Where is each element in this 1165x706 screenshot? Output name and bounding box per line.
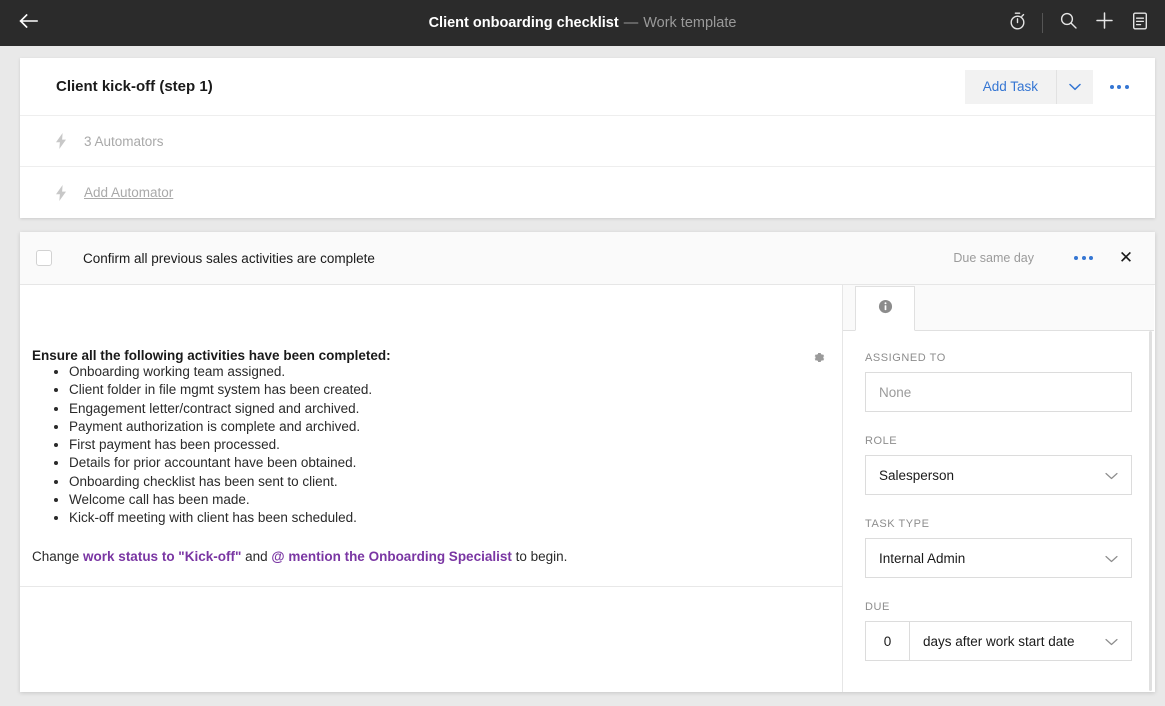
plus-icon: [1095, 12, 1113, 34]
top-bar: Client onboarding checklist — Work templ…: [0, 0, 1165, 46]
step-title: Client kick-off (step 1): [56, 78, 213, 95]
list-item: Onboarding checklist has been sent to cl…: [69, 473, 812, 491]
arrow-left-icon: [18, 13, 38, 33]
add-task-button[interactable]: Add Task: [964, 69, 1057, 104]
list-item: Engagement letter/contract signed and ar…: [69, 400, 812, 418]
due-label: Due: [865, 601, 890, 613]
step-card: Client kick-off (step 1) Add Task 3 Auto…: [20, 58, 1155, 218]
task-complete-checkbox[interactable]: [36, 250, 52, 266]
task-more-button[interactable]: [1064, 250, 1103, 266]
bolt-icon: [56, 184, 80, 201]
task-type-value: Internal Admin: [879, 550, 966, 566]
role-label: Role: [865, 435, 898, 447]
task-header: Confirm all previous sales activities ar…: [20, 232, 1155, 285]
window-title-main: Client onboarding checklist: [428, 15, 619, 31]
note-icon: [1132, 12, 1148, 35]
info-icon: [878, 299, 893, 319]
add-task-button-group: Add Task: [964, 69, 1093, 104]
chevron-down-icon: [1105, 551, 1118, 566]
search-icon: [1060, 12, 1077, 34]
ellipsis-icon: [1109, 84, 1129, 89]
back-button[interactable]: [0, 0, 56, 46]
list-item: Kick-off meeting with client has been sc…: [69, 509, 812, 527]
description-paragraph: Change work status to "Kick-off" and @ m…: [32, 549, 812, 564]
task-title: Confirm all previous sales activities ar…: [83, 250, 375, 266]
gear-icon: [811, 350, 826, 368]
chevron-down-icon: [1069, 79, 1081, 94]
chevron-down-icon: [1105, 634, 1118, 649]
paragraph-text-before: Change: [32, 548, 84, 564]
step-header: Client kick-off (step 1) Add Task: [20, 58, 1155, 116]
role-select[interactable]: Salesperson: [865, 455, 1132, 495]
description-settings-button[interactable]: [806, 347, 830, 371]
add-button[interactable]: [1087, 0, 1121, 46]
top-bar-actions: [1000, 0, 1157, 46]
description-heading: Ensure all the following activities have…: [32, 348, 391, 363]
list-item: Details for prior accountant have been o…: [69, 454, 812, 472]
add-automator-row[interactable]: Add Automator: [20, 167, 1155, 218]
checklist-items: Onboarding working team assigned. Client…: [32, 363, 812, 528]
step-more-button[interactable]: [1099, 70, 1139, 104]
toolbar-divider: [1042, 13, 1043, 33]
add-task-dropdown-button[interactable]: [1057, 69, 1093, 104]
chevron-down-icon: [1105, 468, 1118, 483]
window-title: Client onboarding checklist — Work templ…: [0, 0, 1165, 46]
automators-row[interactable]: 3 Automators: [20, 116, 1155, 167]
task-header-actions: Due same day ✕: [953, 243, 1141, 273]
list-item: Onboarding working team assigned.: [69, 363, 812, 381]
window-title-subtitle: Work template: [643, 15, 737, 31]
assigned-to-field[interactable]: None: [865, 372, 1132, 412]
ellipsis-icon: [1074, 256, 1093, 260]
list-item: Payment authorization is complete and ar…: [69, 418, 812, 436]
task-detail-panel: Confirm all previous sales activities ar…: [20, 232, 1155, 692]
task-description-area: Ensure all the following activities have…: [20, 285, 843, 692]
task-properties-sidebar: Assigned to None Role Salesperson Task t…: [843, 285, 1154, 692]
description-divider: [20, 586, 842, 587]
list-item: First payment has been processed.: [69, 436, 812, 454]
due-number-input[interactable]: 0: [866, 622, 910, 660]
list-item: Welcome call has been made.: [69, 491, 812, 509]
assigned-to-label: Assigned to: [865, 352, 946, 364]
due-field-group: 0 days after work start date: [865, 621, 1132, 661]
work-status-link[interactable]: work status to "Kick-off": [83, 549, 241, 564]
search-button[interactable]: [1051, 0, 1085, 46]
sidebar-scrollbar[interactable]: [1149, 331, 1152, 691]
due-unit-select[interactable]: days after work start date: [910, 622, 1131, 660]
timer-icon: [1009, 12, 1026, 35]
automators-count-label: 3 Automators: [84, 133, 164, 149]
role-value: Salesperson: [879, 467, 955, 483]
task-close-button[interactable]: ✕: [1111, 243, 1141, 273]
task-due-label: Due same day: [953, 251, 1034, 265]
task-body: Ensure all the following activities have…: [20, 285, 1155, 692]
add-automator-link[interactable]: Add Automator: [84, 185, 173, 200]
bolt-icon: [56, 133, 80, 149]
task-type-select[interactable]: Internal Admin: [865, 538, 1132, 578]
step-actions: Add Task: [964, 69, 1139, 104]
timer-button[interactable]: [1000, 0, 1034, 46]
sidebar-fields: Assigned to None Role Salesperson Task t…: [843, 331, 1154, 661]
paragraph-text-middle: and: [241, 548, 272, 564]
mention-specialist-link[interactable]: @ mention the Onboarding Specialist: [271, 549, 511, 564]
sidebar-tabs: [843, 285, 1154, 331]
description-content: Ensure all the following activities have…: [20, 285, 842, 564]
notes-button[interactable]: [1123, 0, 1157, 46]
paragraph-text-after: to begin.: [511, 548, 568, 564]
window-title-separator: —: [623, 15, 639, 31]
task-type-label: Task type: [865, 518, 930, 530]
due-unit-value: days after work start date: [923, 633, 1075, 649]
tab-info[interactable]: [855, 286, 915, 331]
list-item: Client folder in file mgmt system has be…: [69, 381, 812, 399]
